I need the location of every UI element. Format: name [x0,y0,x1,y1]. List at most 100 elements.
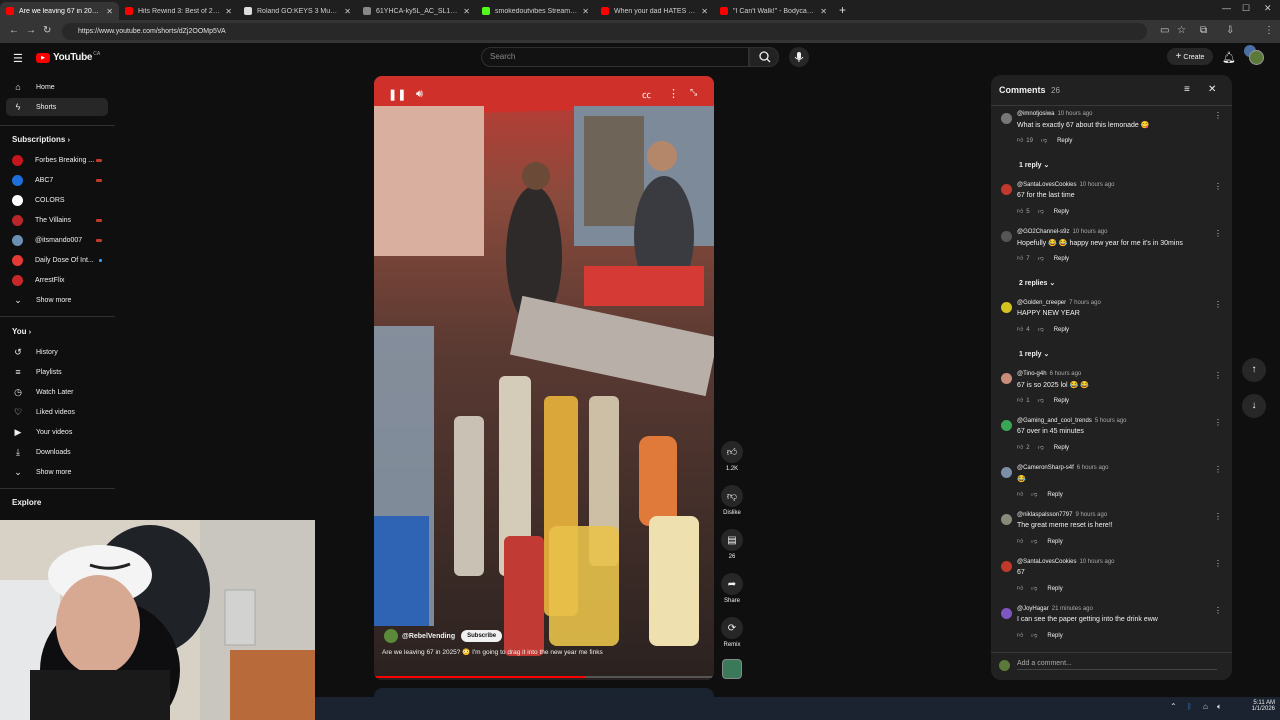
menu-icon[interactable]: ☰ [13,52,23,65]
thumbs-up-icon[interactable]: 👍︎ [1017,209,1023,215]
you-show-more[interactable]: ⌄ Show more [6,463,108,481]
close-comments-icon[interactable]: ✕ [1208,84,1216,95]
comment-author[interactable]: @GO2Channel-s9z [1017,229,1069,235]
comment-more-icon[interactable]: ⋮ [1214,371,1222,380]
thumbs-up-icon[interactable]: 👍︎ [1017,398,1023,404]
browser-tab[interactable]: 61YHCA-ky5L_AC_SL1500_.jpg ✕ [357,2,476,20]
browser-tab[interactable]: smokedoutvibes Stream - Watc ✕ [476,2,595,20]
comment-author[interactable]: @SantaLovesCookies [1017,182,1076,188]
view-replies-button[interactable]: 1 reply ⌄ [1019,161,1049,169]
reply-button[interactable]: Reply [1047,539,1062,545]
sound-thumbnail[interactable] [722,659,742,679]
previous-short-button[interactable]: ↑ [1242,358,1266,382]
maximize-icon[interactable]: ☐ [1242,3,1250,14]
sidebar-subscription[interactable]: Forbes Breaking ... [6,151,108,169]
speaker-icon[interactable]: 🔈︎ [1217,702,1222,712]
extensions-icon[interactable]: ⧉ [1200,25,1207,36]
subscribe-button[interactable]: Subscribe [461,630,503,642]
next-short-button[interactable]: ↓ [1242,394,1266,418]
browser-tab[interactable]: Hits Rewind 3: Best of 2010's H ✕ [119,2,238,20]
next-short-preview[interactable] [374,688,714,697]
voice-search-button[interactable] [789,47,809,67]
sidebar-subscription[interactable]: @itsmando007 [6,231,108,249]
cast-icon[interactable]: ▭ [1160,25,1169,36]
comment-more-icon[interactable]: ⋮ [1214,465,1222,474]
channel-name[interactable]: @RebelVending [402,633,455,640]
reply-button[interactable]: Reply [1047,633,1062,639]
commenter-avatar[interactable] [1001,467,1012,478]
create-button[interactable]: + Create [1167,48,1213,65]
commenter-avatar[interactable] [1001,184,1012,195]
clock[interactable]: 5:11 AM 1/1/2026 [1243,700,1275,712]
back-icon[interactable]: ← [9,25,19,36]
reply-button[interactable]: Reply [1054,327,1069,333]
tab-close-icon[interactable]: ✕ [225,7,232,16]
sidebar-subscription[interactable]: ArrestFlix [6,271,108,289]
search-button[interactable] [749,47,779,67]
pause-icon[interactable]: ❚❚ [388,88,406,101]
tab-close-icon[interactable]: ✕ [463,7,470,16]
comment-author[interactable]: @JoyHagar [1017,606,1049,612]
thumbs-up-icon[interactable]: 👍︎ [1017,633,1023,639]
forward-icon[interactable]: → [26,25,36,36]
sidebar-item-liked-videos[interactable]: ♡ Liked videos [6,403,108,421]
sort-icon[interactable]: ≡ [1184,84,1190,95]
comment-more-icon[interactable]: ⋮ [1214,111,1222,120]
comment-more-icon[interactable]: ⋮ [1214,512,1222,521]
sidebar-item-downloads[interactable]: ⤓ Downloads [6,443,108,461]
reply-button[interactable]: Reply [1047,586,1062,592]
thumbs-up-icon[interactable]: 👍︎ [1017,539,1023,545]
downloads-browser-icon[interactable]: ⇩ [1226,25,1234,36]
url-field[interactable]: https://www.youtube.com/shorts/dZj2OOMp5… [62,23,1147,40]
browser-tab[interactable]: Roland GO:KEYS 3 Music Creati ✕ [238,2,357,20]
commenter-avatar[interactable] [1001,231,1012,242]
commenter-avatar[interactable] [1001,514,1012,525]
tab-close-icon[interactable]: ✕ [582,7,589,16]
close-window-icon[interactable]: ✕ [1264,3,1272,14]
comment-author[interactable]: @CameronSharp-s4f [1017,465,1074,471]
browser-tab[interactable]: Are we leaving 67 in 2025? ✕ [0,2,119,20]
reload-icon[interactable]: ↻ [43,25,51,36]
thumbs-up-icon[interactable]: 👍︎ [1017,586,1023,592]
subscriptions-show-more[interactable]: ⌄ Show more [6,291,108,309]
captions-icon[interactable]: ㏄ [642,88,651,101]
comment-more-icon[interactable]: ⋮ [1214,229,1222,238]
thumbs-down-icon[interactable]: 👎︎ [1038,209,1044,215]
browser-tab[interactable]: "I Can't Walk!" - Bodycam Prov ✕ [714,2,833,20]
sidebar-subscription[interactable]: ABC7 [6,171,108,189]
search-input[interactable]: Search [481,47,749,67]
reply-button[interactable]: Reply [1047,492,1062,498]
network-icon[interactable]: ⌂ [1203,702,1208,711]
like-action[interactable]: 👍︎ 1.2K [720,441,744,472]
sidebar-item-watch-later[interactable]: ◷ Watch Later [6,383,108,401]
subscriptions-heading[interactable]: Subscriptions › [12,135,70,144]
dislike-action[interactable]: 👎︎ Dislike [720,485,744,516]
comment-more-icon[interactable]: ⋮ [1214,300,1222,309]
thumbs-down-icon[interactable]: 👎︎ [1038,445,1044,451]
commenter-avatar[interactable] [1001,420,1012,431]
commenter-avatar[interactable] [1001,302,1012,313]
tray-chevron-icon[interactable]: ⌃ [1170,702,1177,711]
commenter-avatar[interactable] [1001,561,1012,572]
more-options-icon[interactable]: ⋮ [668,87,679,100]
comment-author[interactable]: @Golden_creeper [1017,300,1066,306]
notifications-bell-icon[interactable]: 🔔︎ [1222,51,1236,64]
thumbs-up-icon[interactable]: 👍︎ [1017,327,1023,333]
view-replies-button[interactable]: 1 reply ⌄ [1019,350,1049,358]
commenter-avatar[interactable] [1001,373,1012,384]
thumbs-down-icon[interactable]: 👎︎ [1031,633,1037,639]
minimize-icon[interactable]: — [1222,3,1231,13]
comment-author[interactable]: @imnotjosiwa [1017,111,1054,117]
bookmark-star-icon[interactable]: ☆ [1177,25,1186,36]
channel-avatar[interactable] [384,629,398,643]
sidebar-subscription[interactable]: COLORS [6,191,108,209]
thumbs-up-icon[interactable]: 👍︎ [1017,492,1023,498]
comment-author[interactable]: @Gaming_and_cool_trends [1017,418,1092,424]
tab-close-icon[interactable]: ✕ [820,7,827,16]
bluetooth-icon[interactable]: ᛒ [1187,702,1192,711]
thumbs-up-icon[interactable]: 👍︎ [1017,445,1023,451]
sidebar-item-home[interactable]: ⌂ Home [6,78,108,96]
thumbs-down-icon[interactable]: 👎︎ [1031,539,1037,545]
comment-more-icon[interactable]: ⋮ [1214,606,1222,615]
reply-button[interactable]: Reply [1054,209,1069,215]
